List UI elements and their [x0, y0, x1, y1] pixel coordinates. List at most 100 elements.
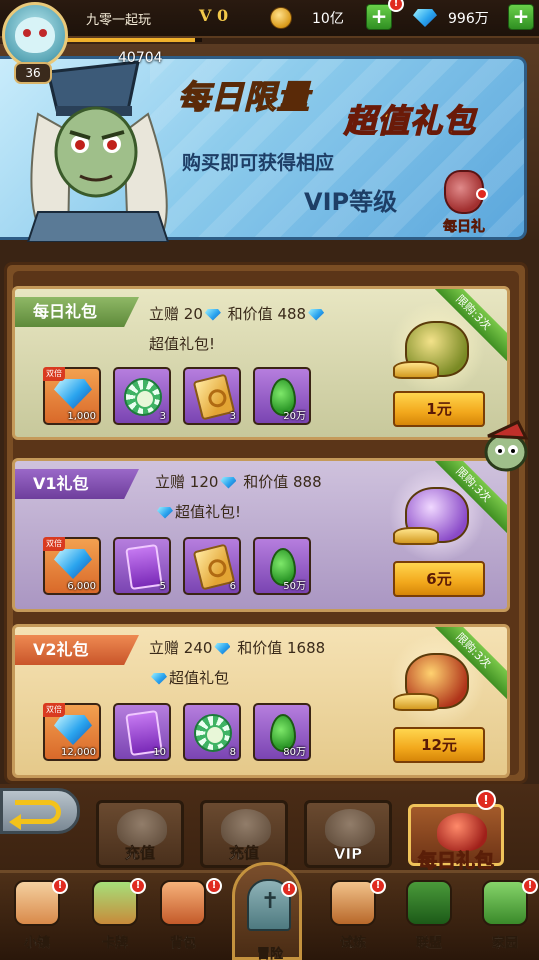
nav-label: 卡牌 — [101, 936, 129, 952]
desc-prefix: 立赠 — [149, 305, 180, 323]
desc-prefix: 立赠 — [149, 639, 180, 657]
backpack-icon — [160, 880, 206, 926]
tab-vip[interactable]: VIP — [304, 800, 392, 868]
diamond-icon — [413, 9, 437, 27]
diamond-icon — [151, 672, 167, 685]
item-count: 10 — [153, 747, 166, 758]
gold-coin-icon — [270, 7, 292, 29]
reward-item-chip[interactable]: 3 — [113, 367, 171, 425]
buy-button[interactable]: 1元 — [393, 391, 485, 427]
pack-title: V2礼包 — [15, 635, 139, 665]
nav-adventure[interactable]: 冒险 ! — [232, 862, 302, 960]
nav-alert-badge: ! — [52, 878, 68, 894]
nav-alliance[interactable]: 联盟 — [398, 876, 458, 956]
zombie-mascot-icon[interactable] — [480, 418, 532, 474]
tab-recharge-2[interactable]: 充值 — [200, 800, 288, 868]
banner-vip-level-text: VIP等级 — [304, 188, 398, 216]
diamond-icon — [54, 549, 92, 579]
nav-label: 试炼 — [339, 936, 367, 952]
reward-item-diamonds[interactable]: 双倍 12,000 — [43, 703, 101, 761]
nav-town[interactable]: 小镇 ! — [6, 876, 68, 956]
diamond-icon — [204, 308, 221, 321]
experience-bar — [66, 38, 202, 42]
nav-trial[interactable]: 试炼 ! — [322, 876, 386, 956]
nav-alert-badge: ! — [130, 878, 146, 894]
v2-gift-pack: V2礼包 立赠 240 和价值 1688 超值礼包 双倍 12,000 10 8… — [12, 624, 510, 778]
value-gem-count: 488 — [277, 305, 307, 323]
chip-icon — [124, 378, 162, 416]
double-tag: 双倍 — [43, 537, 65, 551]
nav-home[interactable]: 家园 ! — [474, 876, 538, 956]
reward-item-card[interactable]: 6 — [183, 537, 241, 595]
gift-gem-count: 120 — [189, 473, 219, 491]
v1-gift-pack: V1礼包 立赠 120 和价值 888 超值礼包! 双倍 6,000 5 6 5… — [12, 458, 510, 612]
gold-amount: 10亿 — [312, 11, 344, 27]
value-gem-count: 1688 — [287, 639, 326, 657]
player-avatar[interactable] — [2, 2, 68, 68]
experience-bar-fill — [66, 38, 196, 42]
pack-description: 立赠 20 和价值 488 — [149, 303, 326, 324]
gift-gem-count: 20 — [183, 305, 203, 323]
item-count: 50万 — [283, 581, 306, 592]
gift-gem-count: 240 — [183, 639, 213, 657]
buy-button[interactable]: 12元 — [393, 727, 485, 763]
daily-gift-shortcut[interactable]: 每日礼 — [436, 168, 492, 238]
nav-alert-badge: ! — [281, 881, 297, 897]
banner-title-line2: 超值礼包 — [343, 101, 477, 141]
diamond-amount: 996万 — [448, 11, 489, 27]
nav-alert-badge: ! — [522, 878, 538, 894]
banner-flag-icon — [406, 880, 452, 926]
nav-backpack[interactable]: 背包 ! — [152, 876, 222, 956]
player-name: 九零一起玩 — [86, 13, 152, 28]
banner-subtitle: 购买即可获得相应 — [182, 152, 335, 174]
chip-icon — [194, 714, 232, 752]
pack-description-suffix: 超值礼包! — [155, 501, 241, 522]
daily-gift-pack: 每日礼包 立赠 20 和价值 488 超值礼包! 双倍 1,000 3 3 20… — [12, 286, 510, 440]
reward-item-seed[interactable]: 20万 — [253, 367, 311, 425]
nav-alert-badge: ! — [370, 878, 386, 894]
nav-label: 背包 — [169, 936, 197, 952]
nav-label: 小镇 — [23, 936, 51, 952]
diamond-icon — [214, 642, 231, 655]
tab-recharge-1[interactable]: 充值 — [96, 800, 184, 868]
pack-description-suffix: 超值礼包! — [149, 335, 216, 353]
desc-prefix: 立赠 — [155, 473, 186, 491]
nav-alert-badge: ! — [206, 878, 222, 894]
nav-cards[interactable]: 卡牌 ! — [84, 876, 146, 956]
desc-mid: 和价值 — [227, 305, 273, 323]
pack-description: 立赠 240 和价值 1688 — [149, 637, 325, 658]
diamond-icon — [54, 715, 92, 745]
daily-gift-alert-dot — [476, 188, 488, 200]
banner-title-line1: 每日限量 — [177, 77, 311, 117]
reward-item-vip-card[interactable]: 10 — [113, 703, 171, 761]
buy-button[interactable]: 6元 — [393, 561, 485, 597]
gold-ingot-icon — [393, 527, 439, 545]
item-count: 5 — [159, 581, 166, 592]
reward-item-card[interactable]: 3 — [183, 367, 241, 425]
tab-label: 充值 — [124, 844, 156, 863]
desc-suffix: 超值礼包 — [169, 669, 230, 687]
add-diamond-button[interactable]: + — [508, 4, 534, 30]
item-count: 1,000 — [67, 411, 96, 422]
vip-card-icon — [125, 543, 163, 591]
pack-title: 每日礼包 — [15, 297, 139, 327]
desc-mid: 和价值 — [237, 639, 283, 657]
reward-item-chip[interactable]: 8 — [183, 703, 241, 761]
pack-description: 立赠 120 和价值 888 — [155, 471, 322, 492]
item-count: 80万 — [283, 747, 306, 758]
nav-label: 家园 — [491, 936, 519, 952]
vip-level[interactable]: V 0 — [199, 6, 228, 25]
pack-title: V1礼包 — [15, 469, 139, 499]
double-tag: 双倍 — [43, 703, 65, 717]
back-button[interactable] — [0, 788, 80, 834]
reward-item-vip-card[interactable]: 5 — [113, 537, 171, 595]
reward-item-seed[interactable]: 50万 — [253, 537, 311, 595]
item-count: 6 — [229, 581, 236, 592]
item-count: 3 — [159, 411, 166, 422]
reward-item-diamonds[interactable]: 双倍 1,000 — [43, 367, 101, 425]
item-count: 8 — [229, 747, 236, 758]
back-arrow-icon — [9, 800, 61, 830]
diamond-icon — [308, 308, 325, 321]
reward-item-diamonds[interactable]: 双倍 6,000 — [43, 537, 101, 595]
reward-item-seed[interactable]: 80万 — [253, 703, 311, 761]
